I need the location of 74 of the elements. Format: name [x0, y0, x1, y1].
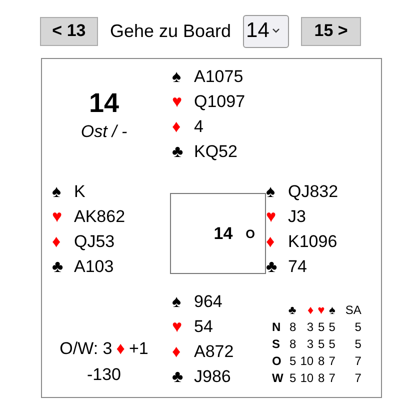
- center-board-number: 14: [214, 222, 233, 245]
- tricks-cell-text: 5: [317, 319, 326, 336]
- par-suit-header: ♣: [287, 302, 298, 319]
- suit-symbol: ♠: [172, 290, 182, 313]
- tricks-cell-text: 5: [354, 336, 362, 353]
- suit-symbol: ♠: [172, 66, 182, 88]
- card-ranks: A872: [194, 340, 234, 363]
- card-ranks: KQ52: [194, 140, 238, 163]
- tricks-cell-text: 8: [288, 319, 298, 336]
- board-number: 14: [88, 87, 120, 119]
- card-ranks: AK862: [74, 206, 126, 228]
- score: -130: [86, 364, 122, 386]
- par-suit-header: SA: [344, 302, 362, 319]
- tricks-cell-text: 5: [288, 370, 298, 387]
- suit-symbol: ♦: [266, 230, 276, 253]
- tricks-cell-text: 7: [354, 353, 362, 370]
- card-ranks: J986: [194, 366, 231, 388]
- tricks-cell-text: 5: [328, 319, 336, 336]
- card-ranks: 74: [288, 256, 307, 278]
- dealer-vulnerability: Ost / -: [80, 121, 128, 143]
- dealer-marker: O: [246, 226, 255, 242]
- contract-suit: ♦: [116, 338, 125, 360]
- card-ranks: 4: [194, 116, 204, 138]
- tricks-cell-text: 3: [306, 336, 315, 353]
- card-ranks: QJ832: [288, 180, 338, 203]
- contract-result: +1: [128, 338, 148, 360]
- tricks-cell-text: 5: [288, 353, 298, 370]
- card-ranks: 54: [194, 316, 213, 338]
- tricks-cell-text: 7: [328, 353, 336, 370]
- tricks-cell-text: 5: [328, 336, 336, 353]
- card-ranks: K: [74, 180, 86, 203]
- suit-symbol: ♥: [172, 316, 184, 338]
- next-board-button[interactable]: 15 >: [301, 16, 362, 46]
- suit-symbol: ♦: [52, 230, 62, 253]
- tricks-cell-text: 5: [354, 319, 362, 336]
- suit-symbol: ♦: [172, 340, 182, 363]
- suit-symbol: ♦: [172, 116, 182, 138]
- tricks-cell-text: 8: [317, 353, 326, 370]
- chevron-icon: [272, 28, 280, 34]
- suit-symbol: ♣: [266, 256, 278, 278]
- card-ranks: J3: [288, 206, 306, 228]
- tricks-cell-text: 3: [306, 319, 315, 336]
- card-ranks: QJ53: [74, 230, 115, 253]
- tricks-cell-text: 10: [299, 353, 315, 370]
- card-ranks: A103: [74, 256, 114, 278]
- tricks-cell-text: 10: [299, 370, 315, 387]
- suit-symbol: ♠: [52, 180, 62, 203]
- suit-symbol: ♣: [172, 366, 184, 388]
- suit-symbol: ♥: [266, 206, 278, 228]
- card-ranks: A1075: [194, 66, 244, 88]
- contract-text: O/W: 3: [60, 338, 112, 360]
- card-ranks: Q1097: [194, 90, 246, 113]
- player-label: W: [272, 370, 284, 387]
- player-label: N: [272, 319, 282, 336]
- suit-symbol: ♠: [266, 180, 276, 203]
- tricks-cell-text: 7: [328, 370, 336, 387]
- previous-board-button[interactable]: < 13: [40, 16, 98, 46]
- par-suit-header: ♠: [328, 302, 336, 319]
- board-select[interactable]: 14: [243, 14, 290, 48]
- tricks-cell-text: 8: [288, 336, 298, 353]
- par-suit-header: ♦: [306, 302, 315, 319]
- tricks-cell-text: 8: [317, 370, 326, 387]
- card-ranks: K1096: [288, 230, 338, 253]
- par-suit-header: ♥: [316, 302, 326, 319]
- suit-symbol: ♥: [172, 90, 184, 113]
- goto-board-label: Gehe zu Board: [110, 20, 232, 42]
- suit-symbol: ♥: [52, 206, 64, 228]
- player-label: O: [272, 353, 282, 370]
- suit-symbol: ♣: [52, 256, 64, 278]
- suit-symbol: ♣: [172, 140, 184, 163]
- player-label: S: [272, 336, 282, 353]
- card-ranks: 964: [194, 290, 222, 313]
- tricks-cell-text: 5: [317, 336, 326, 353]
- tricks-cell-text: 7: [354, 370, 362, 387]
